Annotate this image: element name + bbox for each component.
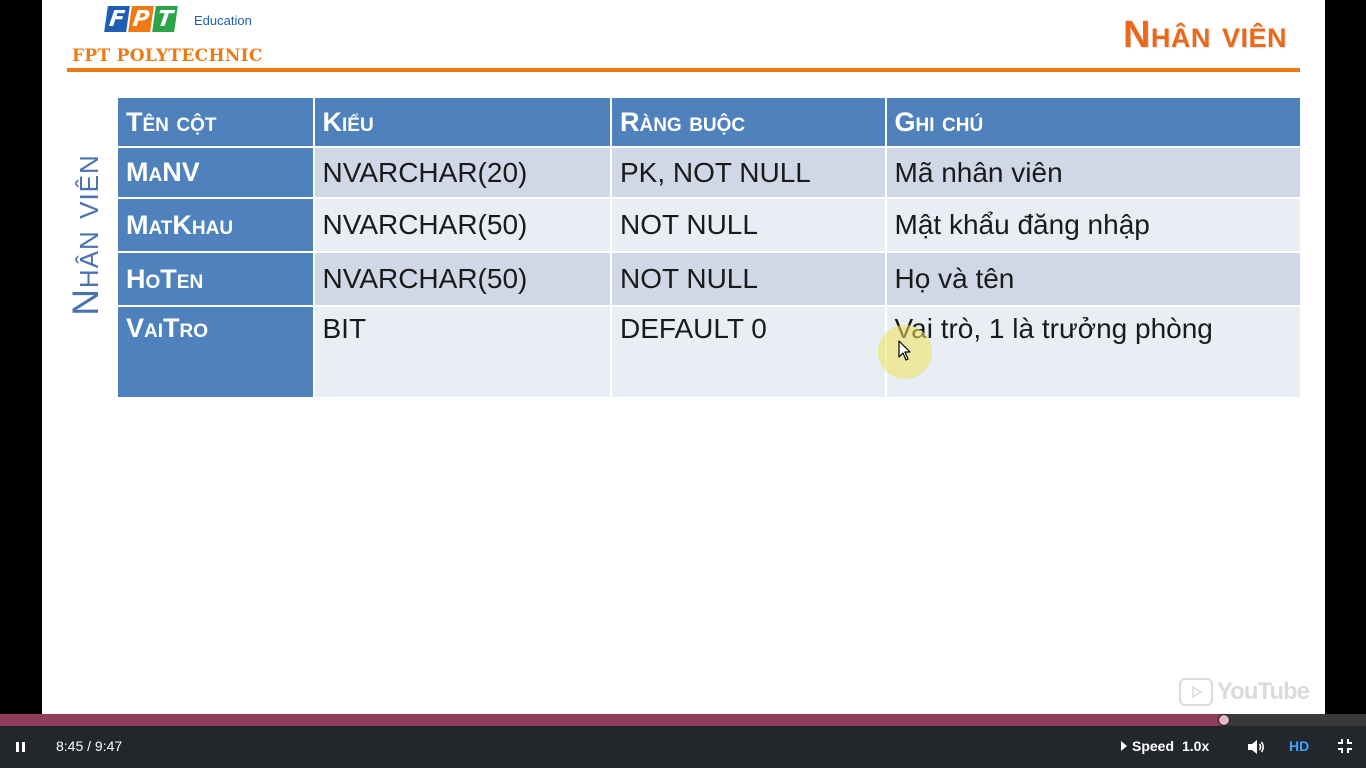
slide: F P T Education FPT POLYTECHNIC Nhân viê… [42,0,1325,714]
slide-title: Nhân viên [1122,14,1287,56]
logo-letter-p: P [128,6,154,32]
logo-letter-f: F [104,6,130,32]
cell-type: BIT [314,307,610,397]
table-header-row: Tên cột Kiểu Ràng buộc Ghi chú [118,98,1300,146]
header-note: Ghi chú [886,98,1300,146]
table-row: VaiTro BIT DEFAULT 0 Vai trò, 1 là trưởn… [118,307,1300,397]
mouse-cursor-icon [898,340,911,361]
speed-value[interactable]: 1.0x [1182,738,1209,754]
cell-column-name: HoTen [118,253,313,305]
logo-education-text: Education [194,13,252,28]
time-display: 8:45 / 9:47 [56,738,123,754]
header-column-name: Tên cột [118,98,313,146]
cell-type: NVARCHAR(50) [314,253,610,305]
cell-note: Mã nhân viên [886,148,1300,197]
youtube-watermark: YouTube [1178,678,1310,706]
caret-right-icon [1121,741,1127,751]
cell-column-name: MaNV [118,148,313,197]
progress-fill [0,714,1225,726]
fpt-logo: F P T Education FPT POLYTECHNIC [72,4,272,66]
cell-column-name: MatKhau [118,199,313,251]
progress-bar[interactable] [0,714,1366,726]
progress-scrubber[interactable] [1218,714,1231,726]
speed-button[interactable]: Speed [1120,738,1174,754]
table-row: MaNV NVARCHAR(20) PK, NOT NULL Mã nhân v… [118,148,1300,197]
cell-note: Mật khẩu đăng nhập [886,199,1300,251]
cell-note: Vai trò, 1 là trưởng phòng [886,307,1300,397]
cell-type: NVARCHAR(50) [314,199,610,251]
logo-letter-t: T [152,6,178,32]
cell-type: NVARCHAR(20) [314,148,610,197]
hd-quality-button[interactable]: HD [1289,738,1309,754]
title-divider [67,68,1300,72]
cell-constraint: NOT NULL [611,199,885,251]
cell-column-name: VaiTro [118,307,313,397]
pause-icon[interactable] [12,738,30,756]
youtube-watermark-text: YouTube [1216,678,1310,705]
cell-constraint: DEFAULT 0 [611,307,885,397]
header-constraint: Ràng buộc [611,98,885,146]
cell-constraint: PK, NOT NULL [611,148,885,197]
exit-fullscreen-icon[interactable] [1337,738,1353,754]
cell-constraint: NOT NULL [611,253,885,305]
youtube-logo-icon [1178,678,1213,706]
control-bar: 8:45 / 9:47 Speed 1.0x HD [0,726,1366,768]
schema-table: Tên cột Kiểu Ràng buộc Ghi chú MaNV NVAR… [116,96,1302,399]
logo-polytechnic-text: FPT POLYTECHNIC [72,46,263,66]
side-label: Nhân viên [65,140,107,330]
cell-note: Họ và tên [886,253,1300,305]
fpt-logo-mark: F P T [104,6,178,32]
table-row: MatKhau NVARCHAR(50) NOT NULL Mật khẩu đ… [118,199,1300,251]
volume-icon[interactable] [1246,737,1266,757]
side-label-text: Nhân viên [65,154,107,316]
video-player: F P T Education FPT POLYTECHNIC Nhân viê… [0,0,1366,768]
header-type: Kiểu [314,98,610,146]
speed-label: Speed [1132,738,1175,754]
table-row: HoTen NVARCHAR(50) NOT NULL Họ và tên [118,253,1300,305]
